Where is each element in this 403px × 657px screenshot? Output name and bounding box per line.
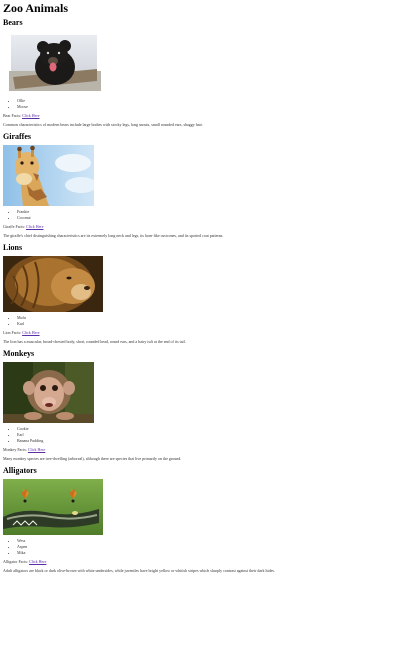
facts-link[interactable]: Click Here bbox=[22, 113, 39, 118]
facts-link[interactable]: Click Here bbox=[22, 330, 39, 335]
facts-link[interactable]: Click Here bbox=[28, 447, 45, 452]
animal-description: The giraffe's chief distinguishing chara… bbox=[3, 233, 224, 238]
facts-line: Bear Facts: Click Here bbox=[3, 113, 400, 119]
animal-section-monkeys: Monkeys Cookie Earl Banana bbox=[3, 349, 400, 462]
monkey-image bbox=[3, 362, 94, 423]
animal-names-list: Ollie Moose bbox=[3, 98, 400, 110]
monkey-photo bbox=[3, 362, 94, 423]
animal-section-lions: Lions Mufu Karl Lion Facts: Click Here bbox=[3, 243, 400, 345]
section-heading: Bears bbox=[3, 18, 23, 27]
section-heading: Giraffes bbox=[3, 132, 31, 141]
facts-link[interactable]: Click Here bbox=[26, 224, 43, 229]
list-item: Banana Pudding bbox=[17, 438, 400, 444]
facts-line: Giraffe Facts: Click Here bbox=[3, 224, 400, 230]
alligator-image bbox=[3, 479, 103, 535]
facts-line: Lion Facts: Click Here bbox=[3, 330, 400, 336]
facts-label: Monkey Facts: bbox=[3, 447, 27, 452]
alligator-photo bbox=[3, 479, 103, 535]
facts-label: Alligator Facts: bbox=[3, 559, 28, 564]
giraffe-photo bbox=[3, 145, 94, 206]
animal-section-bears: Bears • Ollie • Moose Bear Facts: Click … bbox=[3, 18, 400, 128]
facts-link[interactable]: Click Here bbox=[29, 559, 46, 564]
bear-image bbox=[3, 31, 103, 95]
lion-photo bbox=[3, 256, 103, 312]
animal-names-list: Frankie Coconut bbox=[3, 209, 400, 221]
animal-description: Many monkey species are tree-dwelling (a… bbox=[3, 456, 182, 461]
list-item: Karl bbox=[17, 321, 400, 327]
page-title: Zoo Animals bbox=[3, 1, 69, 15]
section-heading: Monkeys bbox=[3, 349, 35, 358]
facts-line: Alligator Facts: Click Here bbox=[3, 559, 400, 565]
bear-photo bbox=[3, 31, 103, 95]
facts-line: Monkey Facts: Click Here bbox=[3, 447, 400, 453]
list-item: Coconut bbox=[17, 215, 400, 221]
lion-image bbox=[3, 256, 103, 312]
section-heading: Lions bbox=[3, 243, 23, 252]
animal-description: Adult alligators are black or dark olive… bbox=[3, 568, 275, 573]
animal-names-list: Wess Aspen Mika bbox=[3, 538, 400, 556]
section-heading: Alligators bbox=[3, 466, 37, 475]
facts-label: Lion Facts: bbox=[3, 330, 22, 335]
giraffe-image bbox=[3, 145, 94, 206]
animal-description: The lion has a muscular, broad-chested b… bbox=[3, 339, 186, 344]
facts-label: Giraffe Facts: bbox=[3, 224, 26, 229]
animal-section-alligators: Alligators • Wess • Aspen • Mika Alligat… bbox=[3, 466, 400, 574]
animal-names-list: Mufu Karl bbox=[3, 315, 400, 327]
animal-section-giraffes: Giraffes • Frankie • Coconut Giraffe Fac… bbox=[3, 132, 400, 239]
list-item: Mika bbox=[17, 550, 400, 556]
animal-description: Common characteristics of modern bears i… bbox=[3, 122, 203, 127]
animal-names-list: Cookie Earl Banana Pudding bbox=[3, 426, 400, 444]
page: Zoo Animals Bears • Ollie • Moose Bear F… bbox=[0, 0, 403, 574]
list-item: Moose bbox=[17, 104, 400, 110]
facts-label: Bear Facts: bbox=[3, 113, 22, 118]
